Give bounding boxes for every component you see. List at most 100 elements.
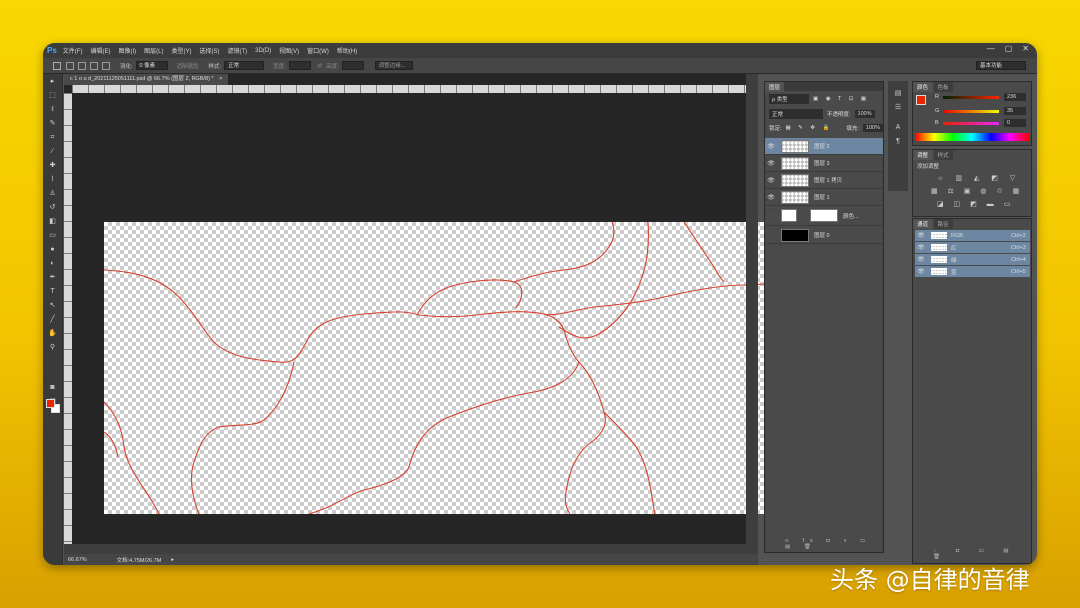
zoom-tool-icon[interactable]: ⚲	[47, 343, 59, 353]
paragraph-panel-icon[interactable]: ¶	[892, 137, 904, 147]
menu-select[interactable]: 选择(S)	[199, 46, 219, 55]
menu-file[interactable]: 文件(F)	[63, 46, 83, 55]
minimize-button[interactable]: —	[987, 44, 995, 53]
menu-edit[interactable]: 编辑(E)	[90, 46, 110, 55]
eye-icon[interactable]: 👁	[915, 256, 927, 263]
zoom-level[interactable]: 66.67%	[68, 557, 87, 563]
hand-tool-icon[interactable]: ✋	[47, 329, 59, 339]
swap-icon[interactable]: ⇄	[318, 63, 323, 69]
blend-mode-select[interactable]: 正常	[769, 109, 823, 119]
document-tab[interactable]: c 1 o u d_20211125051111.psd @ 66.7% (图层…	[64, 74, 230, 85]
tab-swatches[interactable]: 色板	[933, 82, 953, 92]
eye-icon[interactable]: 👁	[915, 232, 927, 239]
eye-icon[interactable]: 👁	[915, 268, 927, 275]
channel-row[interactable]: 👁 RGB Ctrl+2	[915, 230, 1030, 241]
foreground-color-swatch[interactable]	[46, 399, 55, 408]
menu-type[interactable]: 类型(Y)	[171, 46, 191, 55]
tab-styles[interactable]: 样式	[933, 150, 953, 160]
tab-color[interactable]: 颜色	[913, 82, 933, 92]
move-tool-icon[interactable]: ▸	[47, 77, 59, 87]
antialias-checkbox[interactable]: 消除锯齿	[177, 62, 199, 70]
close-icon[interactable]: ×	[219, 76, 222, 82]
eraser-tool-icon[interactable]: ◧	[47, 217, 59, 227]
menu-3d[interactable]: 3D(D)	[255, 48, 271, 54]
maximize-button[interactable]: ▢	[1005, 44, 1013, 53]
filter-icons[interactable]: ▣ ◉ T ⊡ ▦	[813, 96, 869, 102]
layer-row[interactable]: ▫ 图层 0	[765, 227, 883, 244]
crop-tool-icon[interactable]: ⌗	[47, 133, 59, 143]
b-slider[interactable]	[943, 122, 999, 125]
menu-filter[interactable]: 滤镜(T)	[227, 46, 247, 55]
eyedropper-tool-icon[interactable]: ⁄	[47, 147, 59, 157]
feather-input[interactable]: 0 像素	[135, 61, 168, 70]
r-input[interactable]: 236	[1004, 93, 1026, 101]
close-button[interactable]: ✕	[1022, 44, 1029, 53]
character-panel-icon[interactable]: A	[892, 123, 904, 133]
gradient-tool-icon[interactable]: ▭	[47, 231, 59, 241]
g-input[interactable]: 35	[1004, 107, 1026, 115]
menu-window[interactable]: 窗口(W)	[307, 46, 329, 55]
menu-help[interactable]: 帮助(H)	[337, 46, 357, 55]
tab-layers[interactable]: 图层	[765, 82, 785, 92]
history-brush-icon[interactable]: ↺	[47, 203, 59, 213]
image-canvas[interactable]	[104, 222, 766, 514]
lasso-tool-icon[interactable]: ℓ	[47, 105, 59, 115]
channel-row[interactable]: 👁 红 Ctrl+3	[915, 242, 1030, 253]
eye-hidden-icon[interactable]: ▫	[765, 232, 777, 238]
lock-icons[interactable]: ▦ ✎ ✥ 🔒	[786, 125, 833, 131]
b-input[interactable]: 0	[1004, 119, 1026, 127]
opacity-input[interactable]: 100%	[854, 110, 875, 118]
line-tool-icon[interactable]: ╱	[47, 315, 59, 325]
foreground-color-swatch[interactable]	[916, 95, 926, 105]
pen-tool-icon[interactable]: ✒	[47, 273, 59, 283]
layer-row[interactable]: 👁 图层 1	[765, 189, 883, 206]
quick-select-tool-icon[interactable]: ✎	[47, 119, 59, 129]
style-select[interactable]: 正常	[224, 61, 265, 70]
marquee-tool-icon[interactable]	[53, 61, 61, 70]
adjustment-icons-row-1[interactable]: ☼ ▥ ◭ ◩ ▽	[937, 174, 1020, 182]
eye-icon[interactable]: 👁	[765, 143, 777, 150]
eye-icon[interactable]: 👁	[765, 160, 777, 167]
menu-image[interactable]: 图像(I)	[118, 46, 136, 55]
channel-actions-icons[interactable]: ◌ ◘ ▭ ▤ 🗑	[933, 548, 1031, 560]
layer-actions-icons[interactable]: ∞ fx ◘ ◑ ▭ ▤ 🗑	[785, 538, 883, 550]
properties-panel-icon[interactable]: ☰	[892, 103, 904, 113]
path-select-tool-icon[interactable]: ↖	[47, 301, 59, 311]
channel-row[interactable]: 👁 绿 Ctrl+4	[915, 254, 1030, 265]
document-size[interactable]: 文档:4.75M/26.7M	[117, 556, 162, 564]
layer-row[interactable]: 👁 图层 2	[765, 138, 883, 155]
stamp-tool-icon[interactable]: ♙	[47, 189, 59, 199]
eye-icon[interactable]: 👁	[765, 194, 777, 201]
vertical-scrollbar[interactable]	[746, 74, 758, 554]
channel-row[interactable]: 👁 蓝 Ctrl+5	[915, 266, 1030, 277]
adjustment-icons-row-3[interactable]: ◪ ◫ ◩ ▬ ▭	[937, 200, 1014, 208]
intersect-selection-icon[interactable]	[102, 61, 110, 70]
subtract-selection-icon[interactable]	[90, 61, 98, 70]
height-input[interactable]	[341, 61, 364, 70]
eye-icon[interactable]: 👁	[765, 177, 777, 184]
menu-view[interactable]: 视图(V)	[279, 46, 299, 55]
blur-tool-icon[interactable]: ●	[47, 245, 59, 255]
color-spectrum[interactable]	[915, 133, 1029, 141]
new-selection-icon[interactable]	[66, 61, 74, 70]
fill-input[interactable]: 100%	[862, 124, 883, 132]
marquee-tool-icon[interactable]: ⬚	[47, 91, 59, 101]
eye-icon[interactable]: 👁	[915, 244, 927, 251]
type-tool-icon[interactable]: T	[47, 287, 59, 297]
layer-row[interactable]: 👁 图层 1 拷贝	[765, 172, 883, 189]
width-input[interactable]	[288, 61, 311, 70]
layer-filter-select[interactable]: ρ 类型	[769, 94, 809, 104]
layer-row[interactable]: 👁 图层 3	[765, 155, 883, 172]
tab-paths[interactable]: 路径	[933, 219, 953, 229]
r-slider[interactable]	[943, 96, 999, 99]
dodge-tool-icon[interactable]: ◐	[47, 259, 59, 269]
healing-tool-icon[interactable]: ✚	[47, 161, 59, 171]
adjustment-icons-row-2[interactable]: ▦ ⚖ ▣ ◍ ♲ ▦	[931, 187, 1023, 195]
horizontal-scrollbar[interactable]	[64, 544, 746, 554]
brush-tool-icon[interactable]: ⌇	[47, 175, 59, 185]
refine-edge-button[interactable]: 调整边缘...	[374, 61, 413, 70]
layer-row[interactable]: ▫ 颜色...	[765, 206, 883, 226]
eye-hidden-icon[interactable]: ▫	[765, 213, 777, 219]
g-slider[interactable]	[943, 110, 999, 113]
workspace-select[interactable]: 基本功能	[976, 61, 1026, 70]
